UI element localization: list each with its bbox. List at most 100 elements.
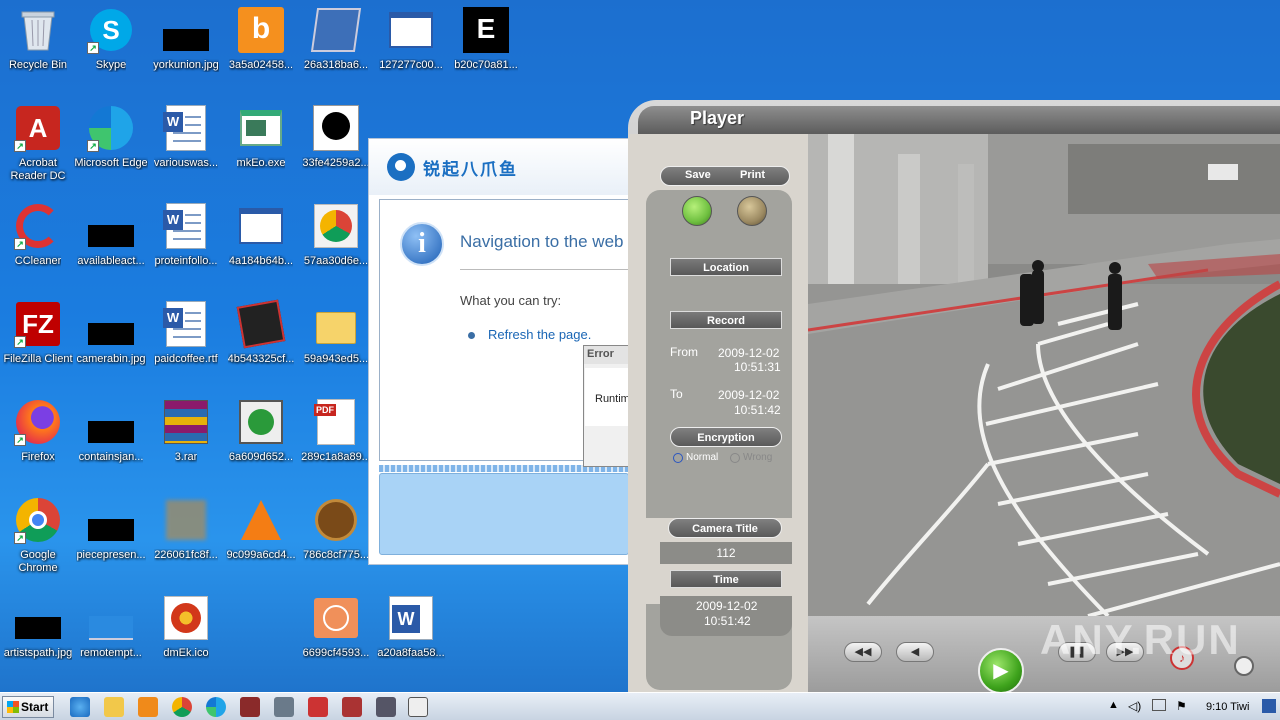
network-taskbar-icon[interactable] <box>274 697 294 717</box>
file-icon-item[interactable]: 26a318ba6... <box>298 6 374 98</box>
player-taskbar-icon[interactable] <box>408 697 428 717</box>
file-icon-item[interactable]: camerabin.jpg <box>73 300 149 392</box>
ccleaner-shortcut[interactable]: ↗ CCleaner <box>0 202 76 294</box>
start-button[interactable]: Start <box>2 696 54 718</box>
chrome-taskbar-icon[interactable] <box>172 697 192 717</box>
icon-label: proteinfollo... <box>154 255 218 267</box>
explorer-taskbar-icon[interactable] <box>104 697 124 717</box>
file-icon-item[interactable]: W variouswas... <box>148 104 224 196</box>
icon-label: 33fe4259a2... <box>302 157 370 169</box>
edge-taskbar-icon[interactable] <box>206 697 226 717</box>
chrome-shortcut[interactable]: ↗ Google Chrome <box>0 496 76 588</box>
filezilla-icon: FZ ↗ <box>14 300 62 348</box>
save-button[interactable] <box>682 196 712 226</box>
player-side-panel: Save Print Location Record From 2009-12-… <box>628 134 808 692</box>
icon-label: Firefox <box>21 451 55 463</box>
file-icon-item[interactable]: 786c8cf775... <box>298 496 374 588</box>
app-taskbar-icon-4[interactable] <box>376 697 396 717</box>
tray-arrow-icon[interactable]: ▲ <box>1108 699 1119 711</box>
time-time: 10:51:42 <box>704 614 751 628</box>
file-icon-item[interactable]: 4a184b64b... <box>223 202 299 294</box>
ie-taskbar-icon[interactable] <box>70 697 90 717</box>
firefox-shortcut[interactable]: ↗ Firefox <box>0 398 76 490</box>
camera-title-value[interactable]: 112 <box>660 542 792 564</box>
save-print-bar <box>660 166 790 186</box>
to-label: To <box>670 387 683 401</box>
file-icon-item[interactable]: W proteinfollo... <box>148 202 224 294</box>
app-taskbar-icon-1[interactable] <box>240 697 260 717</box>
icon-label: 4b543325cf... <box>227 353 295 365</box>
video-feed[interactable] <box>808 134 1280 616</box>
file-icon-item[interactable]: 33fe4259a2... <box>298 104 374 196</box>
icon-label: Acrobat Reader DC <box>10 157 66 182</box>
file-icon-item[interactable]: yorkunion.jpg <box>148 6 224 98</box>
icon-label: 226061fc8f... <box>154 549 218 561</box>
icon-label: 26a318ba6... <box>303 59 369 71</box>
file-icon-item[interactable]: W paidcoffee.rtf <box>148 300 224 392</box>
software-box-icon <box>236 299 286 349</box>
file-icon-item[interactable]: 226061fc8f... <box>148 496 224 588</box>
icon-label: 6699cf4593... <box>302 647 370 659</box>
file-icon-item[interactable]: piecepresen... <box>73 496 149 588</box>
volume-icon[interactable]: ◁) <box>1128 699 1141 713</box>
show-desktop-button[interactable] <box>1262 699 1276 713</box>
brand-logo-icon <box>387 153 415 181</box>
file-icon-item[interactable]: 6699cf4593... <box>298 594 374 686</box>
camera-title-label: Camera Title <box>668 518 782 538</box>
icon-label: camerabin.jpg <box>76 353 146 365</box>
app-taskbar-icon-3[interactable] <box>342 697 362 717</box>
app-taskbar-icon-2[interactable] <box>308 697 328 717</box>
edge-icon: ↗ <box>87 104 135 152</box>
edge-shortcut[interactable]: ↗ Microsoft Edge <box>73 104 149 196</box>
file-icon-item[interactable]: 57aa30d6e... <box>298 202 374 294</box>
icon-label: containsjan... <box>78 451 144 463</box>
file-icon-item[interactable]: b 3a5a02458... <box>223 6 299 98</box>
file-icon-item[interactable]: containsjan... <box>73 398 149 490</box>
filezilla-shortcut[interactable]: FZ ↗ FileZilla Client <box>0 300 76 392</box>
icon-label: 3a5a02458... <box>228 59 294 71</box>
location-label[interactable]: Location <box>670 258 782 276</box>
wrong-radio[interactable] <box>730 453 740 463</box>
file-icon-item[interactable]: W a20a8faa58... <box>373 594 449 686</box>
skype-shortcut[interactable]: S ↗ Skype <box>73 6 149 98</box>
network-icon[interactable] <box>1152 699 1166 711</box>
fast-rewind-button[interactable]: ◀◀ <box>844 642 882 662</box>
file-icon-item[interactable]: 127277c00... <box>373 6 449 98</box>
encryption-label: Encryption <box>670 427 782 447</box>
error-title: Navigation to the web <box>460 232 624 251</box>
file-icon-item[interactable]: E b20c70a81... <box>448 6 524 98</box>
folder-item[interactable]: 59a943ed5... <box>298 300 374 392</box>
icon-label: piecepresen... <box>76 549 146 561</box>
file-icon-item[interactable]: availableact... <box>73 202 149 294</box>
chrome-icon: ↗ <box>14 496 62 544</box>
clock[interactable]: 9:10 Tiwi <box>1206 701 1249 713</box>
icon-label: mkEo.exe <box>236 157 286 169</box>
acrobat-shortcut[interactable]: A ↗ Acrobat Reader DC <box>0 104 76 196</box>
browser-header: 锐起八爪鱼 <box>369 139 629 195</box>
file-icon-item[interactable]: mkEo.exe <box>223 104 299 196</box>
print-button[interactable] <box>737 196 767 226</box>
recycle-bin-icon-item[interactable]: Recycle Bin <box>0 6 76 98</box>
word-document-icon: W <box>387 594 435 642</box>
play-button[interactable]: ▶ <box>978 648 1024 694</box>
try-label: What you can try: <box>460 293 562 308</box>
file-icon-item[interactable]: 6a609d652... <box>223 398 299 490</box>
media-player-icon <box>237 398 285 446</box>
taskbar: Start ▲ ◁) ⚑ 9:10 Tiwi <box>0 692 1280 720</box>
file-icon-item[interactable]: 4b543325cf... <box>223 299 299 392</box>
word-document-icon: W <box>162 202 210 250</box>
file-icon-item[interactable]: 3.rar <box>148 398 224 490</box>
file-icon-item[interactable]: PDF 289c1a8a89... <box>298 398 374 490</box>
pdf-icon: PDF <box>312 398 360 446</box>
flag-icon[interactable]: ⚑ <box>1176 699 1187 713</box>
normal-radio[interactable] <box>673 453 683 463</box>
file-icon-item[interactable]: artistspath.jpg <box>0 594 76 686</box>
to-date: 2009-12-02 <box>718 388 780 402</box>
step-back-button[interactable]: ◀ <box>896 642 934 662</box>
refresh-link[interactable]: Refresh the page. <box>488 327 591 342</box>
file-icon-item[interactable]: dmEk.ico <box>148 594 224 686</box>
file-icon-item[interactable]: 9c099a6cd4... <box>223 496 299 588</box>
file-icon-item[interactable]: remotempt... <box>73 594 149 686</box>
browser-window: 锐起八爪鱼 i Navigation to the web What you c… <box>368 138 643 565</box>
media-player-taskbar-icon[interactable] <box>138 697 158 717</box>
